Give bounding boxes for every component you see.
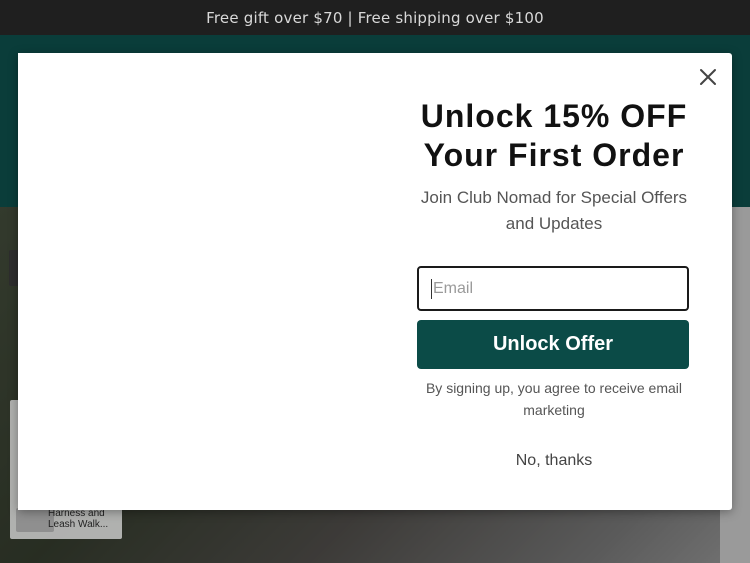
close-button[interactable] [696, 65, 720, 89]
signup-disclaimer: By signing up, you agree to receive emai… [425, 380, 683, 418]
signup-popup: Unlock 15% OFF Your First Order Join Clu… [18, 53, 732, 510]
text-caret [431, 279, 432, 299]
unlock-offer-button[interactable]: Unlock Offer [417, 320, 689, 369]
announcement-bar: Free gift over $70 | Free shipping over … [0, 0, 750, 35]
email-field[interactable] [417, 266, 689, 311]
close-icon [700, 69, 716, 85]
product-name: Harness and Leash Walk... [48, 508, 109, 530]
popup-image-area [18, 53, 398, 510]
no-thanks-link[interactable]: No, thanks [416, 452, 692, 470]
announcement-text: Free gift over $70 | Free shipping over … [206, 8, 544, 27]
popup-form: Unlock 15% OFF Your First Order Join Clu… [416, 53, 692, 510]
popup-headline: Unlock 15% OFF Your First Order [420, 98, 688, 173]
popup-subhead: Join Club Nomad for Special Offers and U… [420, 188, 688, 233]
